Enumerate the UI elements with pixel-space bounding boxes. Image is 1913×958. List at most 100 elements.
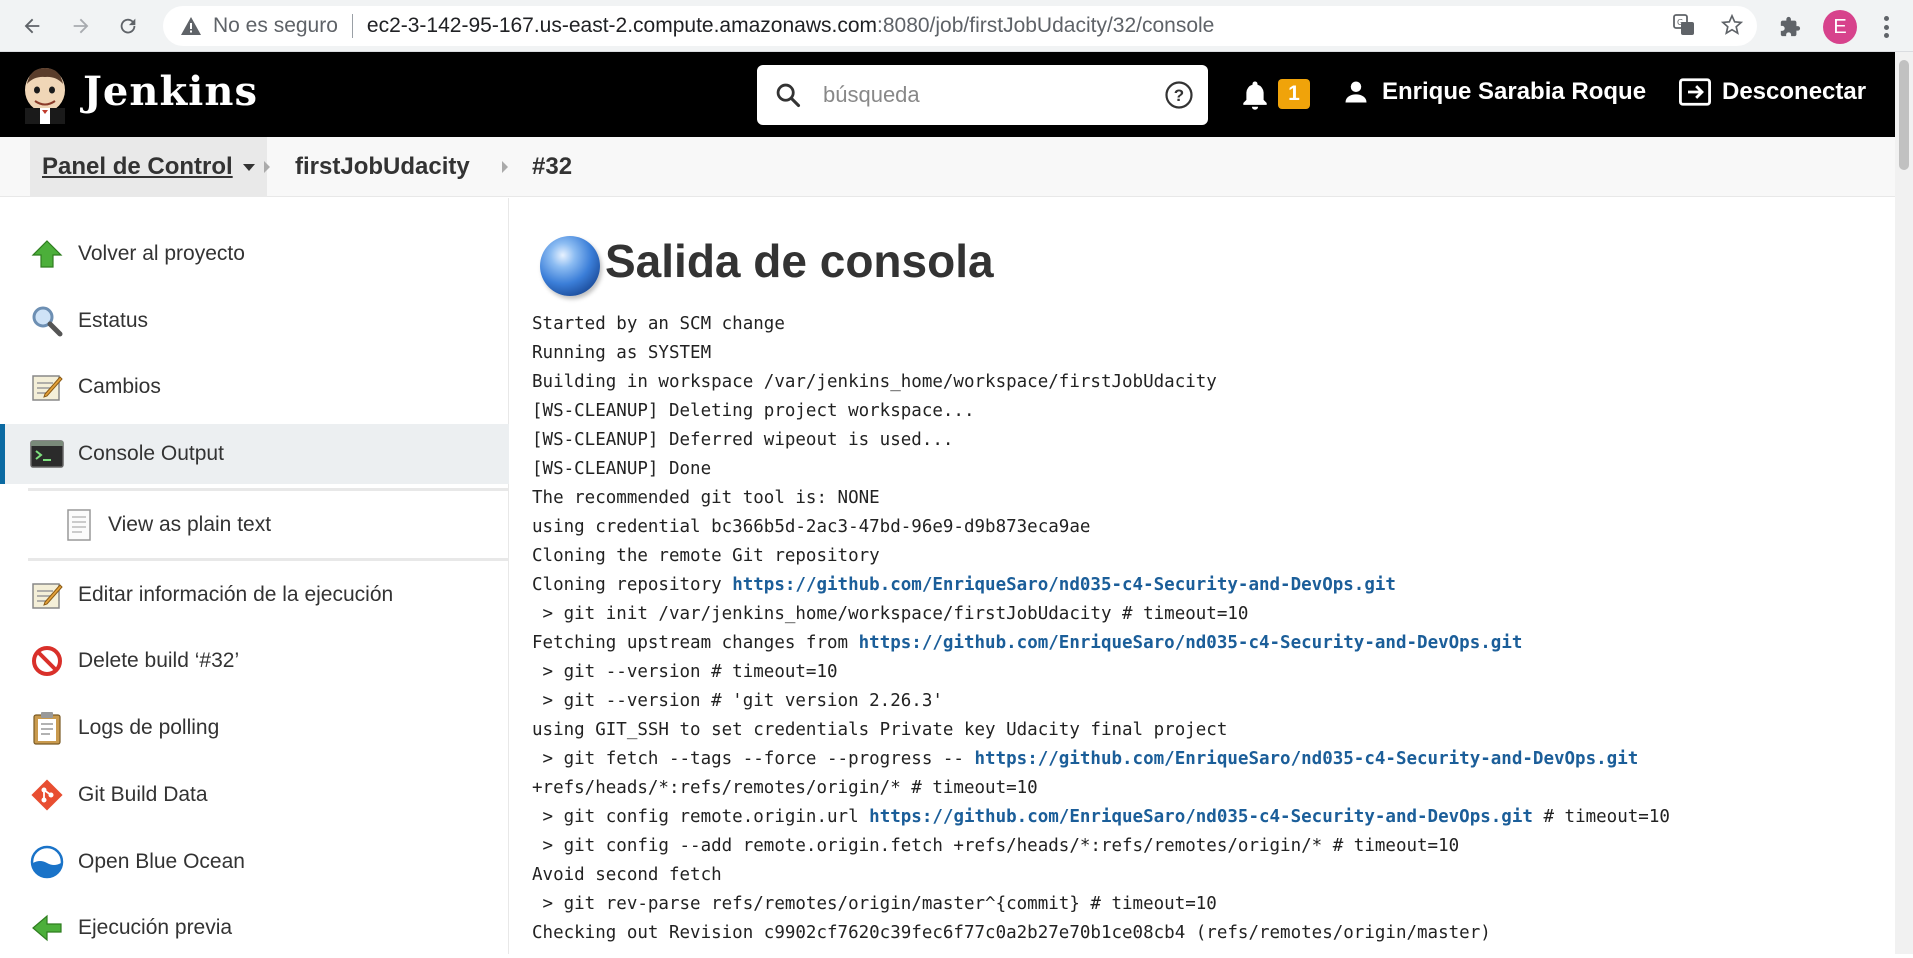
main-panel: Salida de consola Started by an SCM chan…	[510, 198, 1895, 954]
url-path: :8080/job/firstJobUdacity/32/console	[877, 14, 1215, 37]
search-input[interactable]	[823, 82, 1143, 108]
breadcrumb-job[interactable]: firstJobUdacity	[295, 137, 470, 197]
sidebar-item-label: Ejecución previa	[78, 916, 233, 939]
console-line-text: Started by an SCM change	[532, 314, 785, 334]
sidebar-item-open-blue-ocean[interactable]: Open Blue Ocean	[0, 832, 509, 892]
extensions-puzzle-icon[interactable]	[1773, 10, 1807, 44]
console-line-text: using credential bc366b5d-2ac3-47bd-96e9…	[532, 517, 1091, 537]
logout-label: Desconectar	[1722, 78, 1867, 105]
svg-text:G: G	[1677, 18, 1683, 27]
side-panel: Volver al proyecto Estatus Cambios Conso…	[0, 198, 509, 954]
console-line-text: > git --version # 'git version 2.26.3'	[532, 691, 943, 711]
up-arrow-icon	[30, 237, 64, 271]
console-line-text: The recommended git tool is: NONE	[532, 488, 880, 508]
console-line-text: Cloning repository	[532, 575, 733, 595]
warning-icon[interactable]	[181, 16, 201, 36]
vertical-scrollbar[interactable]	[1895, 52, 1913, 954]
console-line-text: > git init /var/jenkins_home/workspace/f…	[532, 604, 1249, 624]
sidebar-item-label: Git Build Data	[78, 783, 208, 806]
sidebar-item-delete-build[interactable]: Delete build ‘#32’	[0, 631, 509, 691]
logout-link[interactable]: Desconectar	[1678, 78, 1866, 106]
console-line-text: Running as SYSTEM	[532, 343, 712, 363]
translate-icon[interactable]: G	[1673, 14, 1695, 41]
console-repo-link[interactable]: https://github.com/EnriqueSaro/nd035-c4-…	[869, 807, 1533, 827]
browser-toolbar: No es seguro ec2-3-142-95-167.us-east-2.…	[0, 0, 1913, 52]
sidebar-item-back-to-project[interactable]: Volver al proyecto	[0, 224, 509, 284]
console-line: +refs/heads/*:refs/remotes/origin/* # ti…	[532, 774, 1892, 803]
sidebar-item-edit-build-info[interactable]: Editar información de la ejecución	[0, 565, 509, 625]
security-label[interactable]: No es seguro	[213, 14, 338, 38]
console-line-suffix: # timeout=10	[1532, 807, 1670, 827]
sidebar-item-previous-build[interactable]: Ejecución previa	[0, 898, 509, 958]
console-line-text: > git config remote.origin.url	[532, 807, 870, 827]
jenkins-logo-icon[interactable]	[22, 66, 68, 124]
logout-icon	[1679, 78, 1711, 106]
console-line-text: > git config --add remote.origin.fetch +…	[532, 836, 1460, 856]
profile-avatar[interactable]: E	[1823, 10, 1857, 44]
chevron-down-icon[interactable]	[242, 163, 255, 171]
console-line: > git config remote.origin.url https://g…	[532, 803, 1892, 832]
console-line: [WS-CLEANUP] Deferred wipeout is used...	[532, 426, 1892, 455]
sidebar-item-git-build-data[interactable]: Git Build Data	[0, 765, 509, 825]
build-status-ball-icon	[540, 236, 600, 296]
sidebar-item-view-plain-text[interactable]: View as plain text	[0, 495, 509, 555]
bell-icon[interactable]	[1240, 79, 1270, 111]
url-text[interactable]: ec2-3-142-95-167.us-east-2.compute.amazo…	[367, 14, 1214, 38]
console-line: > git fetch --tags --force --progress --…	[532, 745, 1892, 774]
console-repo-link[interactable]: https://github.com/EnriqueSaro/nd035-c4-…	[859, 633, 1523, 653]
jenkins-brand[interactable]: Jenkins	[83, 68, 258, 115]
console-repo-link[interactable]: https://github.com/EnriqueSaro/nd035-c4-…	[732, 575, 1396, 595]
breadcrumb-home[interactable]: Panel de Control	[30, 137, 267, 197]
git-icon	[30, 778, 64, 812]
divider	[28, 488, 509, 491]
sidebar-item-label: Console Output	[78, 442, 224, 465]
scrollbar-thumb[interactable]	[1899, 60, 1909, 170]
console-line-text: > git fetch --tags --force --progress --	[532, 749, 975, 769]
sidebar-item-polling-logs[interactable]: Logs de polling	[0, 698, 509, 758]
console-line-text: [WS-CLEANUP] Done	[532, 459, 712, 479]
reload-icon[interactable]	[110, 8, 146, 44]
console-line-text: > git rev-parse refs/remotes/origin/mast…	[532, 894, 1217, 914]
notepad-icon	[30, 578, 64, 612]
console-line: > git init /var/jenkins_home/workspace/f…	[532, 600, 1892, 629]
console-line-text: Checking out Revision c9902cf7620c39fec6…	[532, 923, 1491, 943]
console-line: Started by an SCM change	[532, 310, 1892, 339]
console-line: using GIT_SSH to set credentials Private…	[532, 716, 1892, 745]
browser-menu-icon[interactable]	[1876, 12, 1896, 42]
console-line-text: Fetching upstream changes from	[532, 633, 859, 653]
user-icon	[1345, 81, 1367, 103]
console-line: using credential bc366b5d-2ac3-47bd-96e9…	[532, 513, 1892, 542]
console-line: > git --version # 'git version 2.26.3'	[532, 687, 1892, 716]
sidebar-item-changes[interactable]: Cambios	[0, 357, 509, 417]
console-line-text: [WS-CLEANUP] Deferred wipeout is used...	[532, 430, 954, 450]
sidebar-item-label: Editar información de la ejecución	[78, 583, 394, 606]
breadcrumb-home-label: Panel de Control	[42, 153, 233, 180]
svg-text:?: ?	[1174, 86, 1184, 105]
breadcrumb-build[interactable]: #32	[532, 137, 572, 197]
console-line: > git --version # timeout=10	[532, 658, 1892, 687]
console-repo-link[interactable]: https://github.com/EnriqueSaro/nd035-c4-…	[975, 749, 1639, 769]
help-icon[interactable]: ?	[1164, 80, 1194, 110]
sidebar-item-label: Cambios	[78, 375, 161, 398]
console-line-text: [WS-CLEANUP] Deleting project workspace.…	[532, 401, 975, 421]
magnifier-icon	[30, 304, 64, 338]
console-line-text: Building in workspace /var/jenkins_home/…	[532, 372, 1217, 392]
bookmark-star-icon[interactable]	[1720, 13, 1744, 41]
sidebar-item-status[interactable]: Estatus	[0, 291, 509, 351]
console-line: [WS-CLEANUP] Done	[532, 455, 1892, 484]
no-entry-icon	[30, 644, 64, 678]
back-icon[interactable]	[14, 8, 50, 44]
console-line: Checking out Revision c9902cf7620c39fec6…	[532, 919, 1892, 948]
console-line-text: Cloning the remote Git repository	[532, 546, 880, 566]
user-link[interactable]: Enrique Sarabia Roque	[1342, 78, 1646, 106]
notepad-icon	[30, 370, 64, 404]
console-line-text: +refs/heads/*:refs/remotes/origin/* # ti…	[532, 778, 1038, 798]
terminal-icon	[30, 437, 64, 471]
sidebar-item-console-output[interactable]: Console Output	[0, 424, 509, 484]
divider	[28, 558, 509, 561]
console-line: The recommended git tool is: NONE	[532, 484, 1892, 513]
sidebar-item-label: Delete build ‘#32’	[78, 649, 240, 672]
forward-icon[interactable]	[63, 8, 99, 44]
notification-badge[interactable]: 1	[1278, 79, 1310, 109]
address-bar[interactable]: No es seguro ec2-3-142-95-167.us-east-2.…	[163, 6, 1757, 46]
